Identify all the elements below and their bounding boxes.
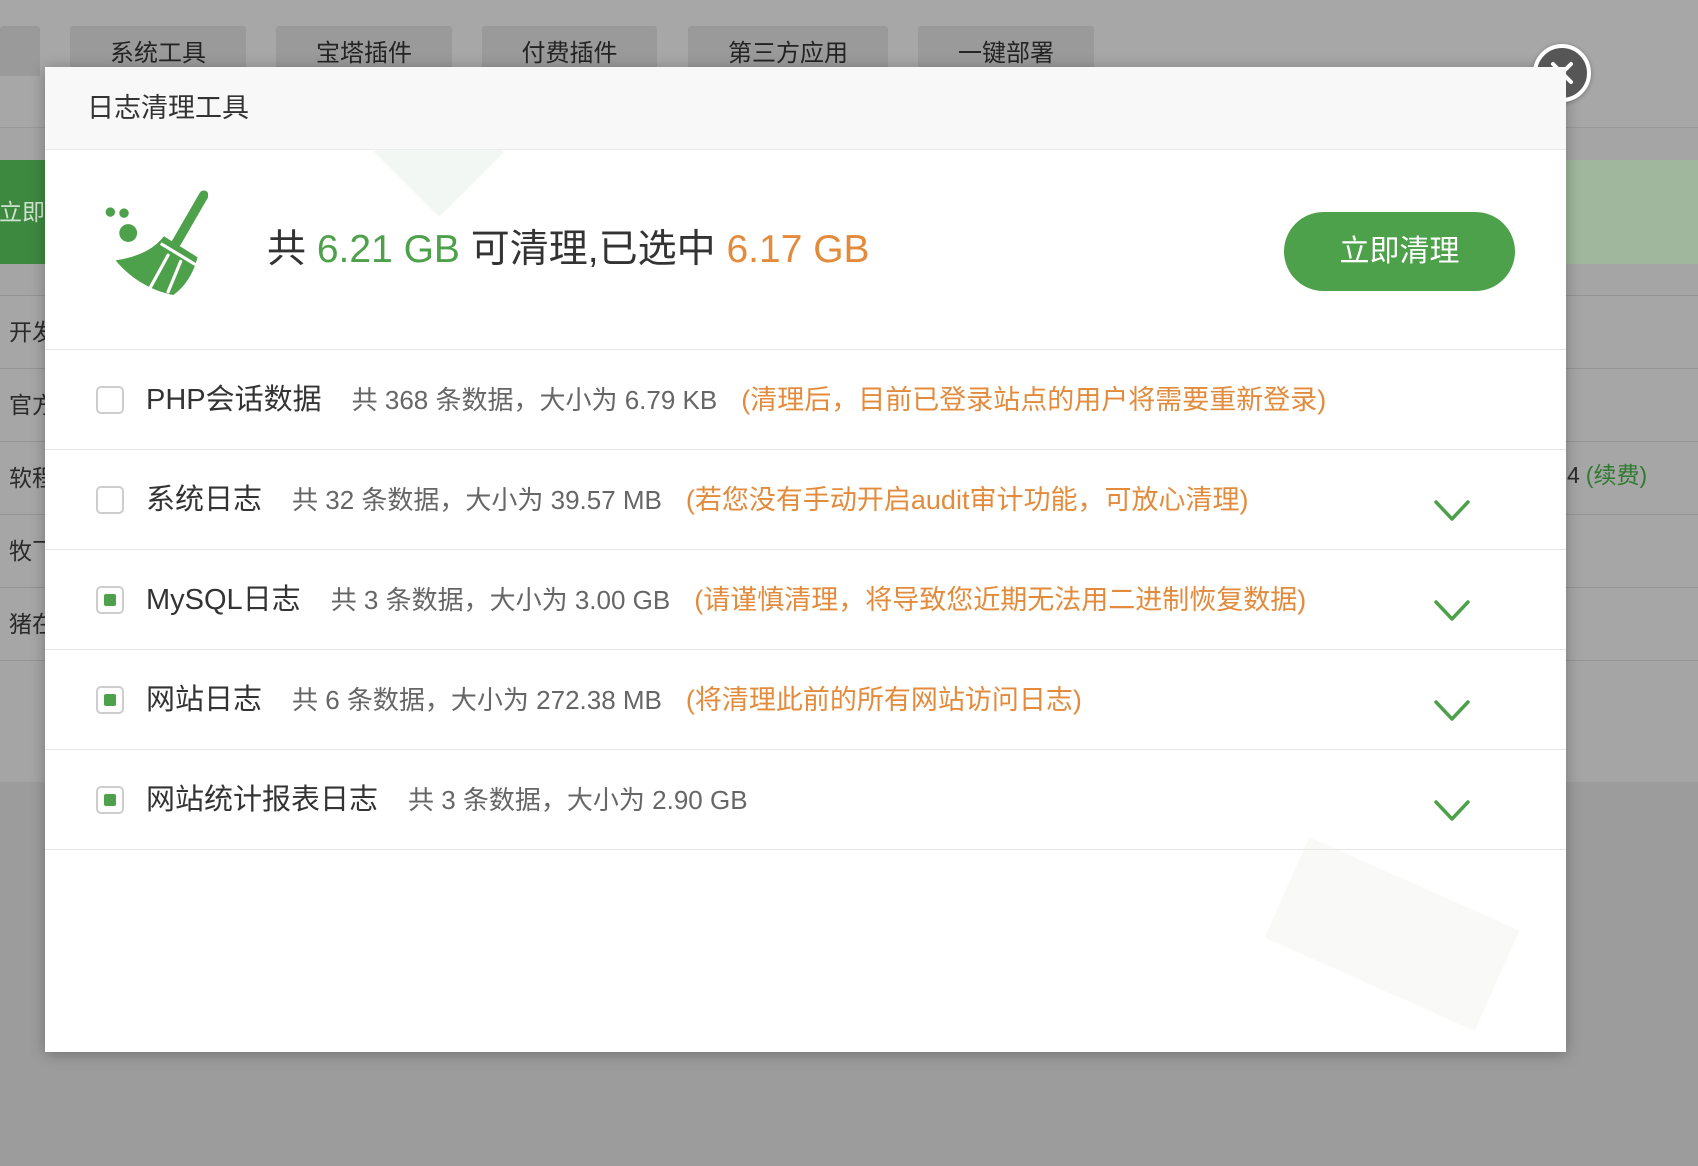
watermark-shape — [1264, 836, 1520, 1032]
cleanup-summary: 共 6.21 GB 可清理,已选中 6.17 GB 立即清理 — [45, 150, 1566, 350]
item-note: (若您没有手动开启audit审计功能，可放心清理) — [685, 485, 1249, 515]
item-text: 网站日志共 6 条数据，大小为 272.38 MB (将清理此前的所有网站访问日志… — [146, 650, 1082, 755]
item-text: 系统日志共 32 条数据，大小为 39.57 MB (若您没有手动开启audit审… — [146, 450, 1248, 555]
dialog-title: 日志清理工具 — [45, 67, 1566, 150]
item-name: 系统日志 — [146, 484, 263, 516]
log-item-mysql-log: MySQL日志共 3 条数据，大小为 3.00 GB (请谨慎清理，将导致您近期无… — [45, 550, 1566, 650]
item-note: (清理后，目前已登录站点的用户将需要重新登录) — [741, 385, 1327, 415]
chevron-down-icon[interactable] — [1434, 500, 1470, 522]
chevron-down-icon[interactable] — [1434, 800, 1470, 822]
broom-icon — [105, 190, 208, 295]
item-name: 网站日志 — [146, 684, 263, 716]
log-item-system-log: 系统日志共 32 条数据，大小为 39.57 MB (若您没有手动开启audit审… — [45, 450, 1566, 550]
log-item-php-session: PHP会话数据共 368 条数据，大小为 6.79 KB (清理后，目前已登录站点… — [45, 350, 1566, 450]
item-note: (请谨慎清理，将导致您近期无法用二进制恢复数据) — [694, 585, 1307, 615]
item-checkbox[interactable] — [96, 386, 124, 414]
item-name: 网站统计报表日志 — [146, 784, 379, 816]
total-size: 6.21 GB — [316, 228, 460, 271]
item-checkbox[interactable] — [96, 586, 124, 614]
log-cleanup-dialog: 日志清理工具 共 6.21 GB 可清理,已选中 6.17 GB 立即清理 PH… — [45, 67, 1566, 1052]
selected-size: 6.17 GB — [726, 228, 870, 271]
item-info: 共 6 条数据，大小为 272.38 MB — [292, 685, 662, 715]
item-note: (将清理此前的所有网站访问日志) — [685, 685, 1082, 715]
item-name: PHP会话数据 — [146, 384, 322, 416]
chevron-down-icon[interactable] — [1434, 700, 1470, 722]
clean-now-button[interactable]: 立即清理 — [1284, 212, 1515, 291]
expiry-value: 4 — [1567, 462, 1580, 488]
item-checkbox[interactable] — [96, 686, 124, 714]
chevron-down-icon[interactable] — [1434, 600, 1470, 622]
item-text: PHP会话数据共 368 条数据，大小为 6.79 KB (清理后，目前已登录站点… — [146, 350, 1326, 455]
background-tab-partial[interactable] — [0, 26, 40, 76]
item-checkbox[interactable] — [96, 486, 124, 514]
item-checkbox[interactable] — [96, 786, 124, 814]
cleanup-summary-text: 共 6.21 GB 可清理,已选中 6.17 GB — [267, 150, 870, 350]
log-item-website-log: 网站日志共 6 条数据，大小为 272.38 MB (将清理此前的所有网站访问日志… — [45, 650, 1566, 750]
item-info: 共 3 条数据，大小为 2.90 GB — [408, 785, 748, 815]
background-expiry-cell: 4 (续费) — [1567, 459, 1647, 491]
item-info: 共 32 条数据，大小为 39.57 MB — [292, 485, 662, 515]
summary-prefix: 共 — [267, 228, 307, 271]
item-text: 网站统计报表日志共 3 条数据，大小为 2.90 GB — [146, 750, 772, 855]
item-name: MySQL日志 — [146, 584, 301, 616]
log-item-site-stats-report: 网站统计报表日志共 3 条数据，大小为 2.90 GB — [45, 750, 1566, 850]
item-text: MySQL日志共 3 条数据，大小为 3.00 GB (请谨慎清理，将导致您近期无… — [146, 550, 1306, 655]
summary-middle: 可清理,已选中 — [470, 228, 716, 271]
item-info: 共 368 条数据，大小为 6.79 KB — [351, 385, 718, 415]
item-info: 共 3 条数据，大小为 3.00 GB — [330, 585, 671, 615]
renew-link[interactable]: (续费) — [1586, 462, 1647, 488]
